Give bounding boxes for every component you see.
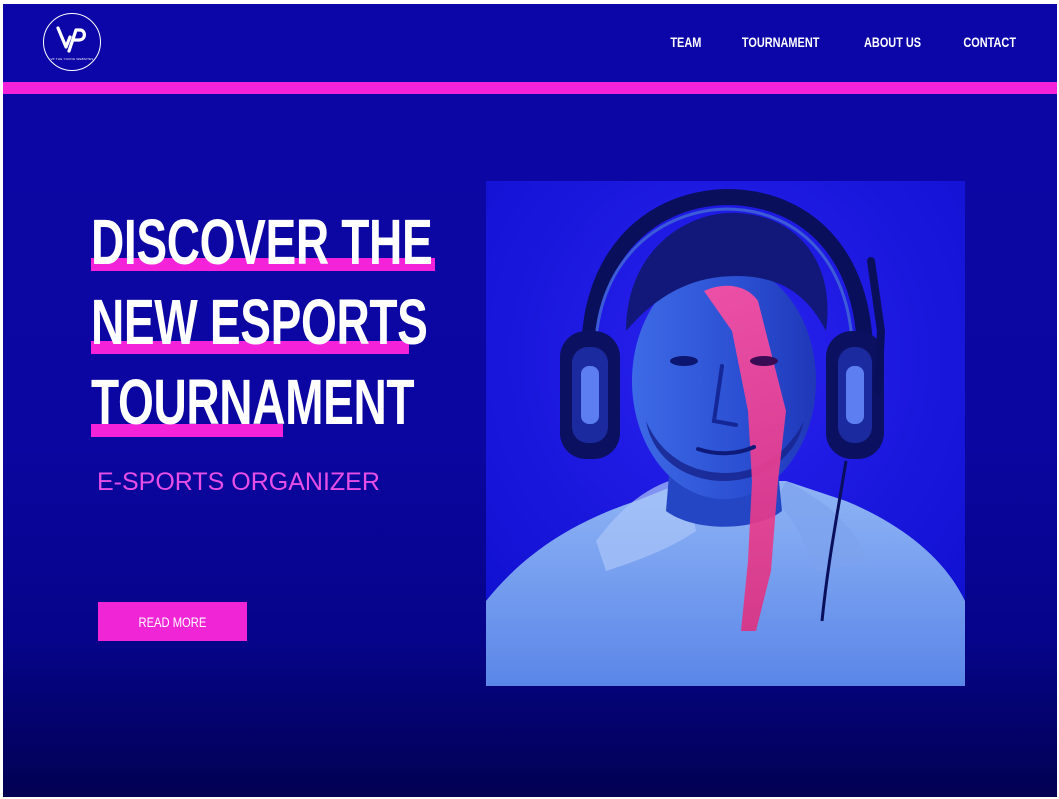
brand-logo[interactable]: VP THE YOUNG WEBSITES (43, 13, 101, 71)
header-accent-bar (3, 82, 1057, 94)
nav-link-team[interactable]: TEAM (670, 34, 701, 50)
nav-link-contact[interactable]: CONTACT (963, 34, 1016, 50)
hero-subtitle: E-SPORTS ORGANIZER (97, 468, 380, 496)
nav-link-tournament[interactable]: TOURNAMENT (742, 34, 819, 50)
site-header: VP THE YOUNG WEBSITES TEAM TOURNAMENT AB… (3, 4, 1057, 82)
hero-gamer-photo (486, 181, 965, 686)
nav-link-about-us[interactable]: ABOUT US (865, 34, 922, 50)
landing-page: VP THE YOUNG WEBSITES TEAM TOURNAMENT AB… (3, 4, 1057, 797)
vp-logo-icon (56, 26, 86, 53)
headline-text: TOURNAMENT (91, 366, 415, 438)
main-nav: TEAM TOURNAMENT ABOUT US CONTACT (666, 34, 1024, 50)
headline-text: DISCOVER THE (91, 206, 433, 278)
read-more-label: READ MORE (138, 613, 207, 630)
logo-caption: VP THE YOUNG WEBSITES (50, 57, 94, 61)
gamer-with-headphones-image (486, 181, 965, 686)
headline-text: NEW ESPORTS (91, 286, 428, 358)
read-more-button[interactable]: READ MORE (98, 602, 247, 641)
